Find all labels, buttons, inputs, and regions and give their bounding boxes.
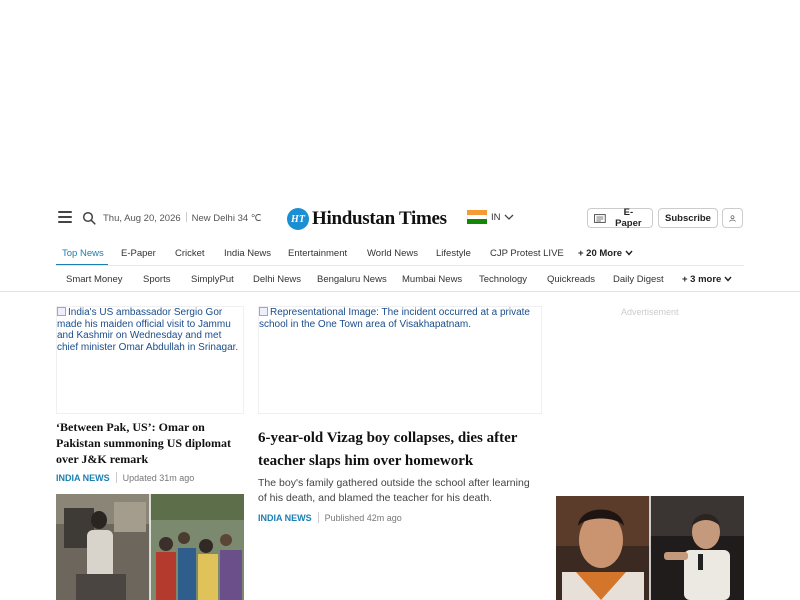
story-category[interactable]: INDIA NEWS bbox=[258, 513, 312, 523]
nav-item-cjp-protest-live[interactable]: CJP Protest LIVE bbox=[490, 248, 564, 259]
user-icon bbox=[729, 214, 736, 222]
india-flag-icon bbox=[467, 210, 487, 225]
secondary-nav: Smart Money Sports SimplyPut Delhi News … bbox=[0, 270, 800, 292]
nav-more-secondary-label: + 3 more bbox=[682, 274, 722, 285]
broken-image-icon bbox=[259, 307, 268, 316]
nav-item-bengaluru-news[interactable]: Bengaluru News bbox=[317, 274, 387, 285]
user-account-button[interactable] bbox=[722, 208, 743, 228]
nav-item-entertainment[interactable]: Entertainment bbox=[288, 248, 347, 259]
nav-item-epaper[interactable]: E-Paper bbox=[121, 248, 156, 259]
search-icon[interactable] bbox=[82, 211, 96, 225]
subscribe-button[interactable]: Subscribe bbox=[658, 208, 718, 228]
story-headline-main[interactable]: 6-year-old Vizag boy collapses, dies aft… bbox=[258, 427, 538, 472]
nav-item-simplyput[interactable]: SimplyPut bbox=[191, 274, 234, 285]
nav-item-technology[interactable]: Technology bbox=[479, 274, 527, 285]
site-header: Thu, Aug 20, 2026 New Delhi 34 ℃ HT Hindu… bbox=[0, 200, 800, 236]
story-image-omar[interactable]: India's US ambassador Sergio Gor made hi… bbox=[56, 306, 244, 414]
header-bottom-divider bbox=[0, 291, 800, 292]
nav-more-button[interactable]: + 20 More bbox=[578, 248, 633, 259]
story-summary: The boy's family gathered outside the sc… bbox=[258, 477, 530, 504]
story-meta: INDIA NEWS Published 42m ago bbox=[258, 512, 402, 523]
top-ad-slot bbox=[0, 0, 800, 192]
nav-item-quickreads[interactable]: Quickreads bbox=[547, 274, 595, 285]
story-time: Published 42m ago bbox=[324, 512, 402, 523]
nav-item-mumbai-news[interactable]: Mumbai News bbox=[402, 274, 462, 285]
story-category[interactable]: INDIA NEWS bbox=[56, 473, 110, 483]
story-time: Updated 31m ago bbox=[122, 472, 195, 483]
date-weather: Thu, Aug 20, 2026 New Delhi 34 ℃ bbox=[103, 212, 261, 224]
epaper-button[interactable]: E-Paper bbox=[587, 207, 653, 229]
nav-item-top-news[interactable]: Top News bbox=[62, 248, 104, 259]
nav-item-delhi-news[interactable]: Delhi News bbox=[253, 274, 301, 285]
hamburger-menu-icon[interactable] bbox=[58, 211, 72, 223]
nav-divider bbox=[56, 265, 744, 266]
nav-item-daily-digest[interactable]: Daily Digest bbox=[613, 274, 664, 285]
nav-item-world-news[interactable]: World News bbox=[367, 248, 418, 259]
epaper-label: E-Paper bbox=[615, 207, 642, 229]
nav-item-cricket[interactable]: Cricket bbox=[175, 248, 205, 259]
story-photo-protest[interactable] bbox=[56, 494, 244, 600]
story-image-vizag[interactable]: Representational Image: The incident occ… bbox=[258, 306, 542, 414]
nav-item-india-news[interactable]: India News bbox=[224, 248, 271, 259]
story-photo-politicians[interactable] bbox=[556, 496, 744, 600]
nav-item-smart-money[interactable]: Smart Money bbox=[66, 274, 123, 285]
weather-text: New Delhi 34 ℃ bbox=[191, 213, 262, 224]
nav-more-label: + 20 More bbox=[578, 248, 623, 259]
broken-image-icon bbox=[57, 307, 66, 316]
edition-selector[interactable]: IN bbox=[467, 210, 514, 225]
story-headline[interactable]: ‘Between Pak, US’: Omar on Pakistan summ… bbox=[56, 419, 246, 467]
logo-text: Hindustan Times bbox=[312, 208, 447, 229]
edition-label: IN bbox=[491, 211, 501, 223]
chevron-down-icon bbox=[625, 250, 633, 256]
primary-nav: Top News E-Paper Cricket India News Ente… bbox=[0, 244, 800, 266]
newspaper-icon bbox=[594, 213, 606, 223]
story-meta: INDIA NEWS Updated 31m ago bbox=[56, 472, 194, 483]
nav-item-lifestyle[interactable]: Lifestyle bbox=[436, 248, 471, 259]
image-alt-text: Representational Image: The incident occ… bbox=[259, 307, 530, 330]
nav-item-sports[interactable]: Sports bbox=[143, 274, 170, 285]
chevron-down-icon bbox=[504, 214, 513, 220]
advertisement-label: Advertisement bbox=[621, 307, 679, 317]
current-date: Thu, Aug 20, 2026 bbox=[103, 213, 181, 224]
logo-badge: HT bbox=[287, 208, 309, 230]
chevron-down-icon bbox=[724, 276, 732, 282]
site-logo[interactable]: HT Hindustan Times bbox=[287, 207, 447, 231]
image-alt-text: India's US ambassador Sergio Gor made hi… bbox=[57, 307, 239, 353]
nav-more-secondary-button[interactable]: + 3 more bbox=[682, 274, 732, 285]
